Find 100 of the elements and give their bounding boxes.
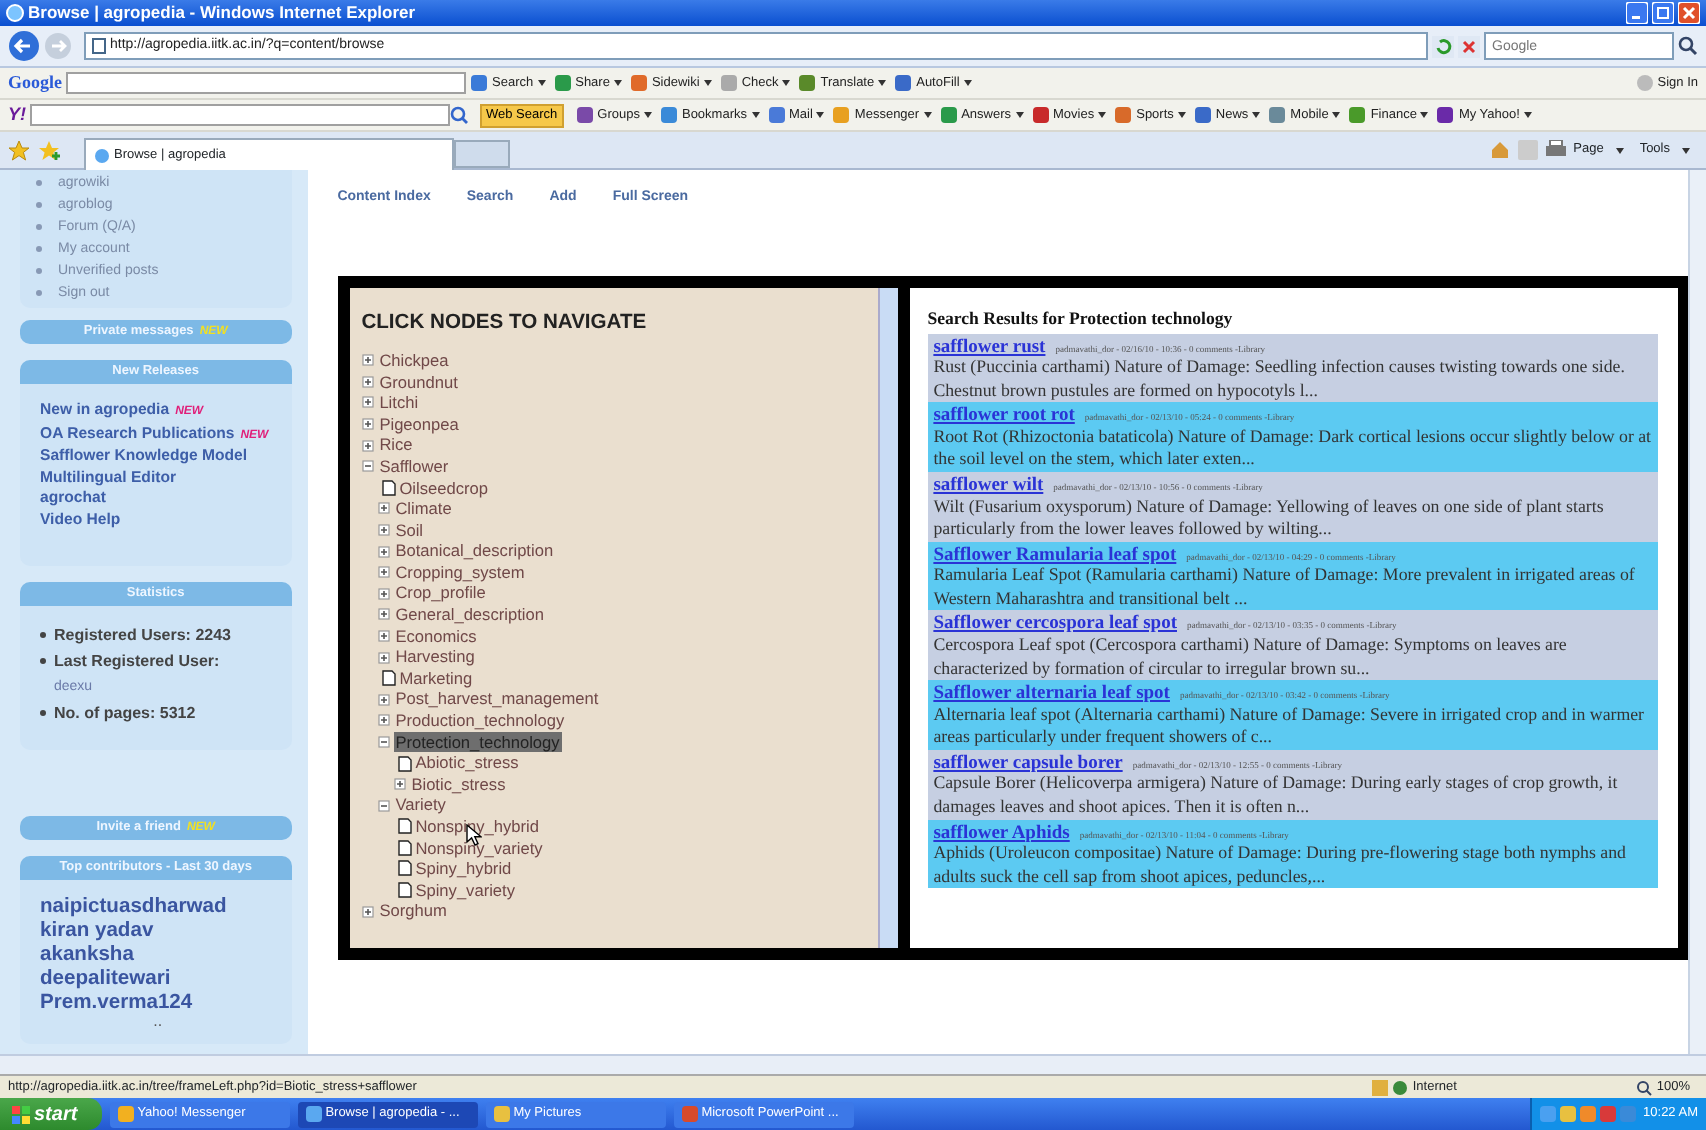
expander-icon[interactable] bbox=[361, 354, 374, 367]
expander-icon[interactable] bbox=[377, 799, 390, 812]
tree-node[interactable]: Economics bbox=[393, 625, 479, 647]
caret-icon[interactable] bbox=[537, 80, 546, 86]
caret-icon[interactable] bbox=[878, 80, 887, 86]
expander-icon[interactable] bbox=[377, 629, 390, 642]
back-icon[interactable] bbox=[8, 30, 40, 62]
expander-icon[interactable] bbox=[361, 905, 374, 918]
maximize-icon[interactable] bbox=[1652, 2, 1674, 24]
tree-node[interactable]: Litchi bbox=[377, 392, 421, 414]
tree-node[interactable]: Chickpea bbox=[377, 349, 451, 372]
tree-node[interactable]: Post_harvest_management bbox=[393, 688, 601, 711]
app-icon[interactable] bbox=[470, 74, 488, 92]
app-icon[interactable] bbox=[1193, 106, 1212, 124]
scrollbar[interactable] bbox=[877, 287, 898, 947]
expander-icon[interactable] bbox=[377, 735, 390, 748]
caret-icon[interactable] bbox=[963, 80, 972, 86]
expander-icon[interactable] bbox=[377, 502, 390, 515]
add-favorites-icon[interactable] bbox=[38, 140, 60, 162]
expander-icon[interactable] bbox=[377, 651, 390, 664]
result-title-link[interactable]: safflower rust bbox=[933, 333, 1046, 362]
sidebar-link[interactable]: Prem.verma124 bbox=[40, 992, 276, 1016]
caret-icon[interactable] bbox=[1015, 112, 1024, 118]
tree-node[interactable]: Protection_technology bbox=[393, 731, 562, 753]
caret-icon[interactable] bbox=[1252, 112, 1261, 118]
expander-icon[interactable] bbox=[393, 778, 406, 791]
expander-icon[interactable] bbox=[377, 545, 390, 558]
tree-node[interactable]: Cropping_system bbox=[393, 561, 527, 583]
zoom-icon[interactable] bbox=[1636, 1079, 1653, 1095]
tree-node[interactable]: Production_technology bbox=[393, 710, 567, 732]
tree-node[interactable]: Biotic_stress bbox=[409, 773, 508, 795]
expander-icon[interactable] bbox=[361, 418, 374, 431]
app-icon[interactable] bbox=[1436, 106, 1455, 124]
caret-icon[interactable] bbox=[751, 112, 759, 118]
google-search-field[interactable] bbox=[66, 72, 466, 94]
caret-icon[interactable] bbox=[816, 112, 825, 118]
caret-icon[interactable] bbox=[643, 112, 652, 118]
tree-node[interactable]: Abiotic_stress bbox=[413, 752, 521, 774]
tree-node[interactable]: Crop_profile bbox=[393, 582, 488, 605]
tree-node[interactable]: Harvesting bbox=[393, 646, 477, 668]
more-link[interactable]: .. bbox=[40, 1016, 276, 1028]
result-title-link[interactable]: safflower Aphids bbox=[933, 819, 1070, 848]
sidebar-link[interactable]: kiran yadav bbox=[40, 920, 276, 944]
expander-icon[interactable] bbox=[377, 608, 390, 621]
tree-node[interactable]: General_description bbox=[393, 604, 546, 626]
caret-icon[interactable] bbox=[1523, 112, 1532, 118]
caret-icon[interactable] bbox=[1615, 147, 1624, 153]
expander-icon[interactable] bbox=[361, 375, 374, 388]
tree-node[interactable]: Botanical_description bbox=[393, 540, 556, 562]
printer-icon[interactable] bbox=[1545, 140, 1566, 160]
start-button[interactable]: start bbox=[0, 1098, 102, 1130]
app-icon[interactable] bbox=[1114, 106, 1133, 124]
caret-icon[interactable] bbox=[1682, 147, 1690, 153]
result-title-link[interactable]: safflower wilt bbox=[933, 472, 1044, 501]
expander-icon[interactable] bbox=[361, 439, 374, 452]
expander-icon[interactable] bbox=[361, 460, 374, 473]
result-title-link[interactable]: Safflower alternaria leaf spot bbox=[933, 680, 1170, 709]
close-icon[interactable] bbox=[1678, 2, 1700, 24]
tree-node[interactable]: Rice bbox=[377, 434, 415, 456]
app-icon[interactable] bbox=[1348, 106, 1367, 124]
caret-icon[interactable] bbox=[1332, 112, 1341, 118]
sidebar-link[interactable]: naipictuasdharwad bbox=[40, 896, 276, 920]
app-icon[interactable] bbox=[894, 74, 913, 92]
app-icon[interactable] bbox=[1268, 106, 1287, 124]
caret-icon[interactable] bbox=[923, 112, 932, 118]
sidebar-link[interactable]: deepalitewari bbox=[40, 968, 276, 992]
tree-node[interactable]: Oilseedcrop bbox=[397, 477, 490, 499]
stop-icon[interactable] bbox=[1458, 35, 1480, 57]
expander-icon[interactable] bbox=[377, 714, 390, 727]
tree-node[interactable]: Pigeonpea bbox=[377, 413, 461, 435]
caret-icon[interactable] bbox=[1177, 112, 1186, 118]
favorites-star-icon[interactable] bbox=[8, 140, 30, 162]
tree-node[interactable]: Climate bbox=[393, 498, 454, 520]
expander-icon[interactable] bbox=[377, 587, 390, 600]
app-icon[interactable] bbox=[1031, 106, 1050, 124]
scrollbar[interactable] bbox=[0, 1054, 1706, 1074]
tree-node[interactable]: Variety bbox=[393, 794, 448, 816]
expander-icon[interactable] bbox=[361, 396, 374, 409]
tree-node[interactable]: Marketing bbox=[397, 667, 475, 689]
expander-icon[interactable] bbox=[377, 523, 390, 536]
tree-node[interactable]: Sorghum bbox=[377, 900, 449, 922]
caret-icon[interactable] bbox=[703, 80, 712, 86]
tree-node[interactable]: Nonspiny_variety bbox=[413, 837, 545, 859]
tree-node[interactable]: Spiny_variety bbox=[413, 879, 517, 901]
sidebar-link[interactable]: akanksha bbox=[40, 944, 276, 968]
search-icon[interactable] bbox=[1678, 36, 1698, 56]
app-icon[interactable] bbox=[939, 106, 958, 124]
tree-node[interactable]: Nonspiny_hybrid bbox=[413, 816, 541, 838]
caret-icon[interactable] bbox=[1098, 112, 1107, 118]
tree-node[interactable]: Spiny_hybrid bbox=[413, 858, 514, 880]
tree-node[interactable]: Safflower bbox=[377, 455, 451, 477]
expander-icon[interactable] bbox=[377, 566, 390, 579]
caret-icon[interactable] bbox=[613, 80, 622, 86]
yahoo-search-field[interactable] bbox=[30, 104, 450, 126]
tree-node[interactable]: Groundnut bbox=[377, 371, 460, 393]
scrollbar[interactable] bbox=[1687, 170, 1706, 1054]
refresh-icon[interactable] bbox=[1432, 35, 1454, 57]
caret-icon[interactable] bbox=[782, 80, 791, 86]
expander-icon[interactable] bbox=[377, 693, 390, 706]
caret-icon[interactable] bbox=[1420, 112, 1429, 118]
